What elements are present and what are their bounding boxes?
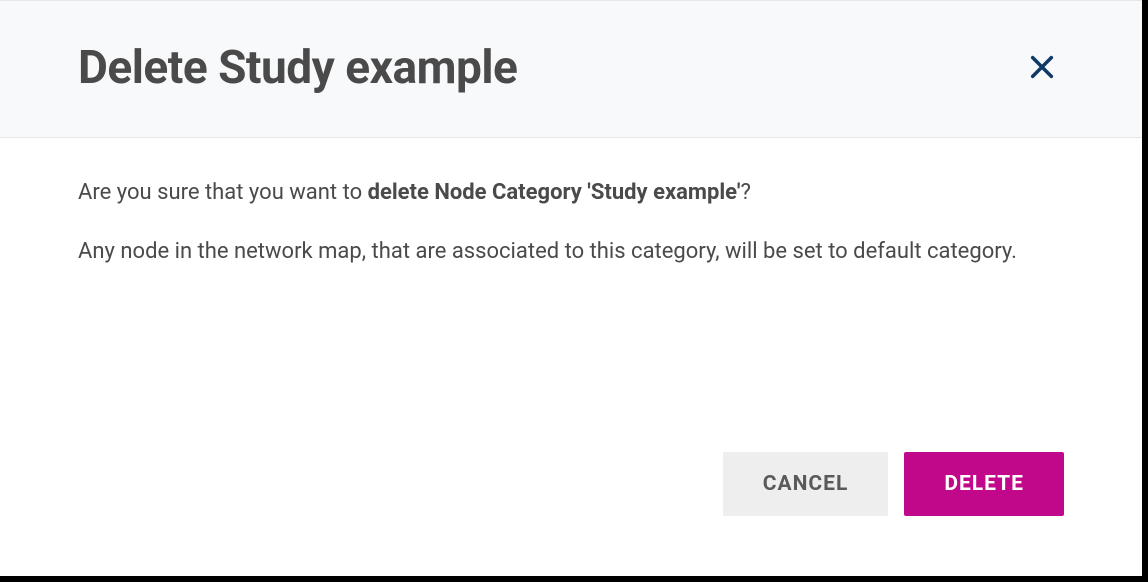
confirm-suffix: ? [740, 180, 750, 205]
dialog-footer: CANCEL DELETE [0, 452, 1142, 576]
dialog-header: Delete Study example [0, 0, 1142, 138]
confirm-question: Are you sure that you want to delete Nod… [78, 176, 1064, 209]
close-button[interactable] [1020, 45, 1064, 92]
info-text: Any node in the network map, that are as… [78, 235, 1064, 268]
delete-button[interactable]: DELETE [904, 452, 1064, 516]
confirm-bold-text: delete Node Category 'Study example' [368, 180, 741, 205]
delete-confirmation-dialog: Delete Study example Are you sure that y… [0, 0, 1148, 582]
close-icon [1028, 53, 1056, 84]
confirm-prefix: Are you sure that you want to [78, 180, 368, 205]
dialog-body: Are you sure that you want to delete Nod… [0, 138, 1142, 452]
cancel-button[interactable]: CANCEL [723, 452, 889, 516]
dialog-title: Delete Study example [78, 41, 517, 95]
